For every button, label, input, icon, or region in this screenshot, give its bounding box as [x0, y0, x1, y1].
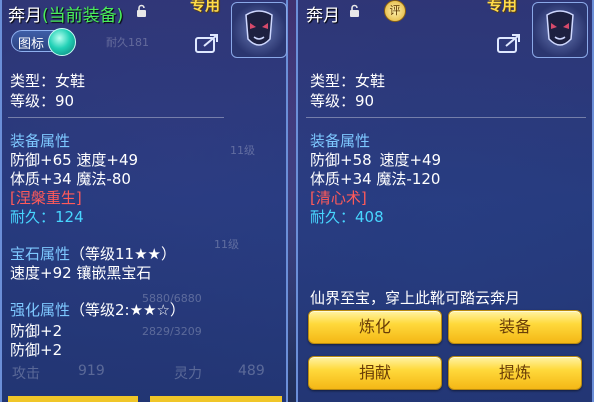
extract-button[interactable]: 提炼: [448, 356, 582, 390]
item-level: 等级：90: [310, 92, 375, 110]
mask-icon: [546, 10, 574, 46]
durability: 耐久：124: [10, 208, 84, 226]
background-attack-value: 919: [78, 363, 105, 379]
background-mp: 2829/3209: [142, 325, 202, 338]
item-type: 类型：女鞋: [310, 72, 386, 90]
item-icon: [532, 2, 588, 58]
toggle-label: 图标: [18, 37, 45, 52]
forge-attributes-heading: 强化属性（等级2:★★☆）: [10, 299, 185, 320]
gem-level: （等级11★★）: [70, 245, 176, 263]
compare-item-tooltip: 奔月 评 专用 类型：女鞋 等级：90 装备属性 防御+58 速度+49 体质+…: [296, 0, 594, 402]
attribute-line: 体质+34 魔法-80: [10, 170, 131, 188]
divider: [306, 117, 586, 118]
speed-value: 速度+49: [379, 151, 442, 169]
forge-attribute-line: 防御+2: [10, 322, 63, 340]
item-level: 等级：90: [10, 92, 75, 110]
item-icon: [231, 2, 287, 58]
divider: [8, 117, 224, 118]
gem-attributes-header: 宝石属性: [10, 245, 71, 263]
exclusive-label: 专用: [487, 0, 518, 14]
forge-attribute-line: 防御+2: [10, 341, 63, 359]
gem-attributes-heading: 宝石属性（等级11★★）: [10, 243, 176, 264]
background-spirit-label: 灵力: [174, 366, 202, 382]
icon-toggle[interactable]: 图标: [11, 28, 76, 56]
item-title: 奔月: [306, 6, 340, 26]
share-icon[interactable]: [194, 32, 220, 54]
special-skill: [清心术]: [310, 189, 367, 207]
background-button-edge: [8, 396, 138, 402]
rating-badge[interactable]: 评: [384, 0, 406, 22]
forge-attributes-header: 强化属性: [10, 301, 71, 319]
background-slot-level: 11级: [230, 144, 255, 157]
equip-button[interactable]: 装备: [448, 310, 582, 344]
background-spirit-value: 489: [238, 363, 265, 379]
gem-attribute-line: 速度+92 镶嵌黑宝石: [10, 264, 152, 282]
current-equipped-tag: (当前装备): [42, 6, 124, 26]
item-type: 类型：女鞋: [10, 72, 86, 90]
attribute-line: 体质+34 魔法-120: [310, 170, 441, 188]
attribute-line: 防御+65 速度+49: [10, 151, 139, 169]
refine-button[interactable]: 炼化: [308, 310, 442, 344]
forge-level: （等级2:★★☆）: [70, 301, 185, 319]
mask-icon: [245, 10, 273, 46]
toggle-knob: [48, 28, 76, 56]
background-button-edge: [150, 396, 282, 402]
item-title: 奔月(当前装备): [8, 6, 124, 26]
defense-value: 防御+58: [310, 151, 372, 169]
background-durability-text: 耐久181: [106, 36, 149, 49]
lock-icon[interactable]: [136, 4, 147, 18]
current-equipment-tooltip: 奔月(当前装备) 专用 图标 耐久181 类型：女鞋 等级：90 11级 11级…: [0, 0, 288, 402]
attribute-line: 防御+58 速度+49: [310, 149, 441, 170]
donate-button[interactable]: 捐献: [308, 356, 442, 390]
rating-badge-label: 评: [389, 4, 401, 17]
equipment-attributes-header: 装备属性: [310, 132, 371, 150]
special-skill: [涅槃重生]: [10, 189, 82, 207]
equipment-attributes-header: 装备属性: [10, 132, 71, 150]
share-icon[interactable]: [496, 32, 522, 54]
background-slot-level: 11级: [214, 238, 239, 251]
background-attack-label: 攻击: [12, 366, 40, 382]
exclusive-label: 专用: [190, 0, 221, 14]
lock-icon[interactable]: [349, 4, 360, 18]
durability: 耐久：408: [310, 208, 384, 226]
item-description: 仙界至宝，穿上此靴可踏云奔月: [310, 289, 521, 307]
